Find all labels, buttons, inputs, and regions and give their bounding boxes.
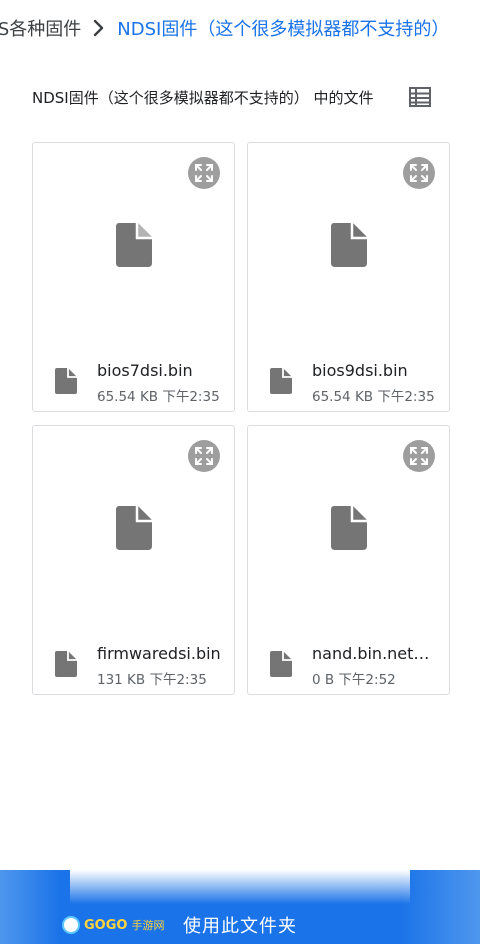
file-name: nand.bin.netcode (312, 644, 438, 663)
fullscreen-icon[interactable] (403, 440, 435, 472)
file-meta: 131 KB 下午2:35 (97, 672, 207, 688)
watermark-circle-icon (62, 916, 80, 934)
fullscreen-icon[interactable] (403, 157, 435, 189)
watermark-brand: GOGO (84, 917, 128, 933)
file-name: bios7dsi.bin (97, 361, 193, 380)
section-title: NDSI固件（这个很多模拟器都不支持的） 中的文件 (32, 89, 374, 107)
file-preview-icon (116, 223, 152, 267)
breadcrumb-parent[interactable]: DS各种固件 (0, 15, 81, 41)
watermark-sub: 手游网 (131, 919, 165, 932)
file-card[interactable]: bios7dsi.bin 65.54 KB 下午2:35 (32, 142, 235, 412)
fullscreen-icon[interactable] (188, 440, 220, 472)
file-icon (55, 368, 77, 394)
file-preview-icon (331, 506, 367, 550)
button-top-fade (70, 870, 410, 904)
file-icon (55, 651, 77, 677)
file-preview-icon (331, 223, 367, 267)
file-meta: 65.54 KB 下午2:35 (312, 389, 435, 405)
file-card[interactable]: nand.bin.netcode 0 B 下午2:52 (247, 425, 450, 695)
file-icon (270, 368, 292, 394)
fullscreen-icon[interactable] (188, 157, 220, 189)
file-meta: 0 B 下午2:52 (312, 672, 396, 688)
watermark-logo: GOGO 手游网 (62, 912, 164, 938)
file-card[interactable]: firmwaredsi.bin 131 KB 下午2:35 (32, 425, 235, 695)
file-name: bios9dsi.bin (312, 361, 408, 380)
chevron-right-icon (81, 19, 117, 37)
breadcrumb-current: NDSI固件（这个很多模拟器都不支持的） (117, 19, 450, 40)
file-name: firmwaredsi.bin (97, 644, 221, 663)
file-meta: 65.54 KB 下午2:35 (97, 389, 220, 405)
list-view-icon[interactable] (408, 86, 432, 108)
file-icon (270, 651, 292, 677)
file-card[interactable]: bios9dsi.bin 65.54 KB 下午2:35 (247, 142, 450, 412)
file-preview-icon (116, 506, 152, 550)
breadcrumb: DS各种固件 NDSI固件（这个很多模拟器都不支持的） (0, 0, 480, 56)
